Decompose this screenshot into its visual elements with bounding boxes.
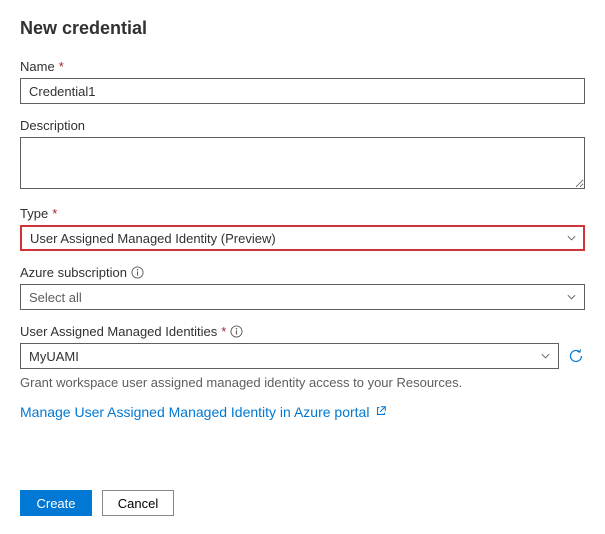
external-link-icon [375,404,387,420]
name-input[interactable] [20,78,585,104]
info-icon[interactable] [230,325,243,338]
type-select[interactable]: User Assigned Managed Identity (Preview) [20,225,585,251]
uami-label: User Assigned Managed Identities * [20,324,585,339]
description-label: Description [20,118,585,133]
field-description: Description [20,118,585,192]
name-label: Name * [20,59,585,74]
field-subscription: Azure subscription Select all [20,265,585,310]
required-indicator: * [59,59,64,74]
uami-select[interactable]: MyUAMI [20,343,559,369]
subscription-select-value: Select all [29,290,82,305]
refresh-button[interactable] [567,347,585,365]
create-button[interactable]: Create [20,490,92,516]
type-select-value: User Assigned Managed Identity (Preview) [30,231,276,246]
name-label-text: Name [20,59,55,74]
field-uami: User Assigned Managed Identities * MyUAM… [20,324,585,369]
info-icon[interactable] [131,266,144,279]
field-name: Name * [20,59,585,104]
description-input[interactable] [20,137,585,189]
type-label: Type * [20,206,585,221]
uami-label-text: User Assigned Managed Identities [20,324,217,339]
hint-text: Grant workspace user assigned managed id… [20,375,585,390]
subscription-label: Azure subscription [20,265,585,280]
field-type: Type * User Assigned Managed Identity (P… [20,206,585,251]
description-label-text: Description [20,118,85,133]
subscription-select[interactable]: Select all [20,284,585,310]
subscription-label-text: Azure subscription [20,265,127,280]
cancel-button[interactable]: Cancel [102,490,174,516]
type-label-text: Type [20,206,48,221]
manage-link-text: Manage User Assigned Managed Identity in… [20,404,369,420]
manage-link[interactable]: Manage User Assigned Managed Identity in… [20,404,387,420]
footer: Create Cancel [20,490,585,516]
uami-select-value: MyUAMI [29,349,79,364]
required-indicator: * [52,206,57,221]
page-title: New credential [20,18,585,39]
required-indicator: * [221,324,226,339]
